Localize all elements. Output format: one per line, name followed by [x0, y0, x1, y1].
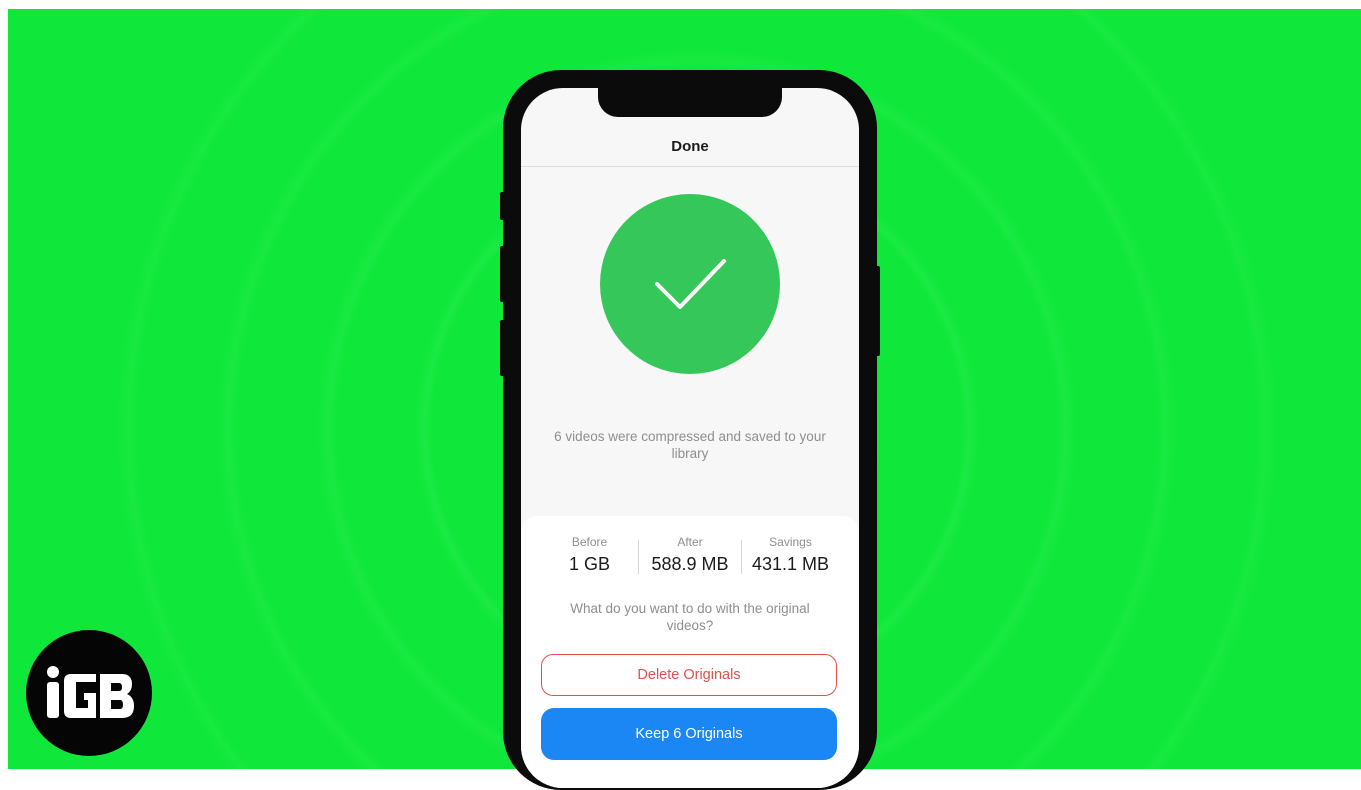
igb-logo-mark: [47, 666, 134, 718]
delete-originals-button[interactable]: Delete Originals: [541, 654, 837, 696]
checkmark-icon: [655, 259, 726, 309]
keep-originals-button[interactable]: Keep 6 Originals: [541, 708, 837, 760]
power-button: [874, 266, 880, 356]
stat-after: After 588.9 MB: [639, 534, 741, 582]
stat-label: Before: [571, 535, 608, 549]
frame-border-left: [0, 0, 8, 769]
success-badge: [600, 194, 780, 374]
originals-question: What do you want to do with the original…: [570, 601, 810, 633]
mute-switch: [500, 192, 506, 220]
frame-border-top: [0, 0, 1361, 9]
status-message: 6 videos were compressed and saved to yo…: [554, 429, 826, 461]
stat-label: After: [677, 535, 703, 549]
igb-logo: [26, 630, 152, 756]
volume-up-button: [500, 246, 506, 302]
phone-frame: Done 6 videos were compressed and saved …: [500, 70, 880, 790]
stats-row: Before 1 GB After 588.9 MB Savings 431.1…: [541, 534, 839, 582]
nav-divider: [521, 166, 859, 167]
results-panel: Before 1 GB After 588.9 MB Savings 431.1…: [521, 516, 859, 788]
stat-value: 588.9 MB: [651, 554, 729, 574]
stat-value: 1 GB: [568, 554, 611, 574]
volume-down-button: [500, 320, 506, 376]
stat-savings: Savings 431.1 MB: [742, 534, 839, 582]
phone-screen: Done 6 videos were compressed and saved …: [521, 88, 859, 788]
stat-before: Before 1 GB: [541, 534, 638, 582]
stat-label: Savings: [769, 535, 812, 549]
notch: [598, 88, 782, 117]
page-title: Done: [671, 138, 709, 155]
stat-value: 431.1 MB: [751, 554, 830, 574]
